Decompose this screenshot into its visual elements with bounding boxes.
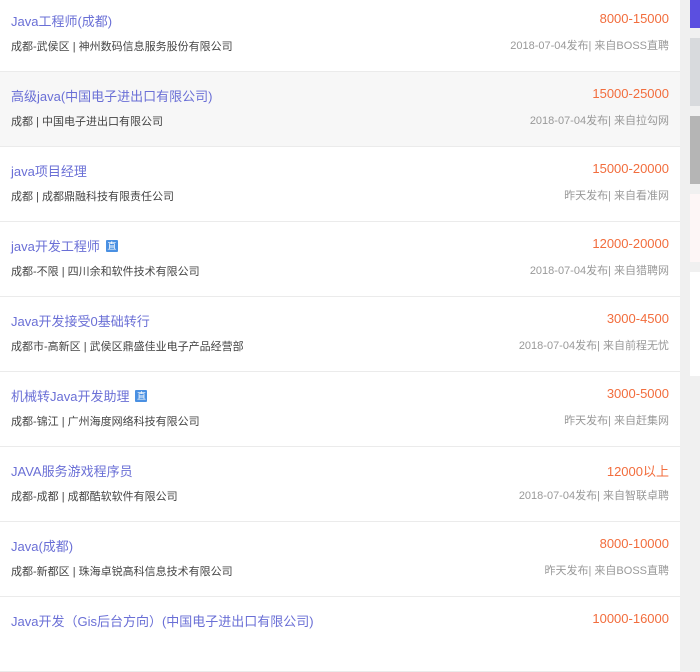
- company-name: 成都酷软软件有限公司: [67, 491, 178, 503]
- company-name: 广州海度网络科技有限公司: [67, 416, 200, 428]
- job-title-link[interactable]: Java工程师(成都): [11, 11, 112, 30]
- job-title: 高级java(中国电子进出口有限公司): [11, 89, 213, 104]
- job-title-link[interactable]: Java(成都): [11, 536, 73, 555]
- job-posted-source: 昨天发布| 来自看准网: [564, 190, 669, 202]
- job-location: 成都-锦江 |: [11, 416, 68, 428]
- job-posted-source: 2018-07-04发布| 来自拉勾网: [529, 115, 669, 127]
- job-salary: 10000-16000: [592, 611, 669, 626]
- job-location: 成都市-高新区 |: [11, 341, 90, 353]
- job-location: 成都-新都区 |: [11, 566, 79, 578]
- job-title-link[interactable]: Java开发（Gis后台方向）(中国电子进出口有限公司): [11, 611, 314, 630]
- job-posted-source: 2018-07-04发布| 来自猎聘网: [529, 265, 669, 277]
- job-posted-source: 2018-07-04发布| 来自前程无忧: [518, 340, 669, 352]
- direct-hire-icon: 直: [105, 239, 118, 252]
- job-title-link[interactable]: 高级java(中国电子进出口有限公司): [11, 86, 213, 105]
- job-meta: 成都-新都区 | 珠海卓锐高科信息技术有限公司: [11, 563, 233, 579]
- job-location: 成都-武侯区 |: [11, 41, 79, 53]
- job-salary: 15000-25000: [592, 86, 669, 101]
- job-salary: 3000-4500: [606, 311, 669, 326]
- side-panel-block[interactable]: [690, 38, 700, 106]
- job-title-link[interactable]: Java开发接受0基础转行: [11, 311, 150, 330]
- job-salary: 15000-20000: [592, 161, 669, 176]
- job-title-link[interactable]: java项目经理: [11, 161, 87, 180]
- job-posted-source: 昨天发布| 来自赶集网: [564, 415, 669, 427]
- job-location: 成都 |: [11, 116, 42, 128]
- company-name: 中国电子进出口有限公司: [41, 116, 163, 128]
- side-panel-block[interactable]: [690, 272, 700, 376]
- side-panel-block[interactable]: [690, 116, 700, 184]
- company-name: 珠海卓锐高科信息技术有限公司: [78, 566, 233, 578]
- job-salary: 12000-20000: [592, 236, 669, 251]
- job-salary: 8000-15000: [599, 11, 669, 26]
- job-list: Java工程师(成都) 成都-武侯区 | 神州数码信息服务股份有限公司 8000-1…: [0, 0, 680, 672]
- job-title: 机械转Java开发助理: [11, 389, 130, 404]
- job-meta: 成都 | 成都鼎融科技有限责任公司: [11, 188, 174, 204]
- job-posted-source: 昨天发布| 来自BOSS直聘: [544, 565, 669, 577]
- job-list-item[interactable]: Java开发接受0基础转行 成都市-高新区 | 武侯区鼎盛佳业电子产品经营部 300…: [0, 297, 680, 372]
- job-title-link[interactable]: java开发工程师直: [11, 236, 118, 255]
- job-title: Java(成都): [11, 539, 74, 554]
- job-posted-source: 2018-07-04发布| 来自BOSS直聘: [510, 40, 669, 52]
- job-posted-source: 2018-07-04发布| 来自智联卓聘: [518, 490, 669, 502]
- job-list-item[interactable]: java开发工程师直成都-不限 | 四川余和软件技术有限公司 12000-2000…: [0, 222, 680, 297]
- job-meta: 成都-武侯区 | 神州数码信息服务股份有限公司: [11, 38, 233, 54]
- job-list-item[interactable]: JAVA服务游戏程序员 成都-成都 | 成都酷软软件有限公司 12000以上 2018…: [0, 447, 680, 522]
- job-location: 成都-成都 |: [11, 491, 68, 503]
- job-title: java项目经理: [11, 164, 87, 179]
- job-salary: 12000以上: [606, 464, 669, 479]
- company-name: 神州数码信息服务股份有限公司: [78, 41, 233, 53]
- direct-hire-icon: 直: [135, 389, 148, 402]
- job-location: 成都 |: [11, 191, 42, 203]
- job-meta: 成都-成都 | 成都酷软软件有限公司: [11, 488, 178, 504]
- job-list-item[interactable]: Java工程师(成都) 成都-武侯区 | 神州数码信息服务股份有限公司 8000-1…: [0, 0, 680, 72]
- job-list-item[interactable]: Java(成都) 成都-新都区 | 珠海卓锐高科信息技术有限公司 8000-1000…: [0, 522, 680, 597]
- job-title: java开发工程师: [11, 239, 100, 254]
- job-meta: 成都市-高新区 | 武侯区鼎盛佳业电子产品经营部: [11, 338, 244, 354]
- job-title-link[interactable]: 机械转Java开发助理直: [11, 386, 148, 405]
- job-title: JAVA服务游戏程序员: [11, 464, 133, 479]
- company-name: 成都鼎融科技有限责任公司: [41, 191, 174, 203]
- company-name: 四川余和软件技术有限公司: [67, 266, 200, 278]
- job-title: Java开发接受0基础转行: [11, 314, 150, 329]
- job-list-item[interactable]: java项目经理 成都 | 成都鼎融科技有限责任公司 15000-20000 昨天发布…: [0, 147, 680, 222]
- job-meta: 成都-不限 | 四川余和软件技术有限公司: [11, 263, 200, 279]
- job-title: Java工程师(成都): [11, 14, 113, 29]
- company-name: 武侯区鼎盛佳业电子产品经营部: [89, 341, 244, 353]
- job-list-item[interactable]: 机械转Java开发助理直成都-锦江 | 广州海度网络科技有限公司 3000-500…: [0, 372, 680, 447]
- job-salary: 8000-10000: [599, 536, 669, 551]
- job-salary: 3000-5000: [606, 386, 669, 401]
- job-title-link[interactable]: JAVA服务游戏程序员: [11, 461, 133, 480]
- job-title: Java开发（Gis后台方向）(中国电子进出口有限公司): [11, 614, 314, 629]
- job-location: 成都-不限 |: [11, 266, 68, 278]
- job-meta: 成都-锦江 | 广州海度网络科技有限公司: [11, 413, 200, 429]
- job-meta: 成都 | 中国电子进出口有限公司: [11, 113, 163, 129]
- job-list-item[interactable]: 高级java(中国电子进出口有限公司) 成都 | 中国电子进出口有限公司 15000…: [0, 72, 680, 147]
- side-panel-block[interactable]: [690, 194, 700, 262]
- side-panel-accent[interactable]: [690, 0, 700, 28]
